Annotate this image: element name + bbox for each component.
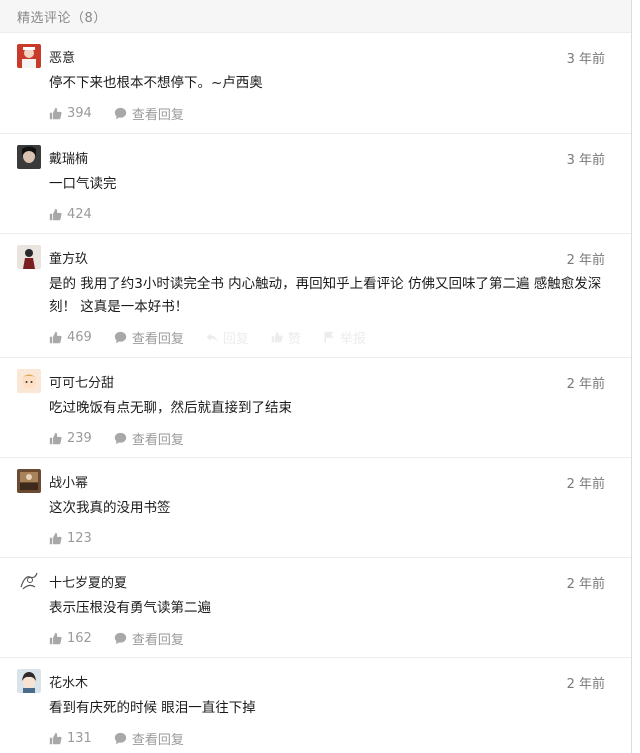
thumbs-up-icon [49, 331, 62, 343]
thumbs-up-icon [49, 632, 62, 644]
comment-author[interactable]: 战小幂 [49, 472, 88, 491]
view-replies-button[interactable]: 查看回复 [114, 629, 184, 648]
speech-bubble-icon [114, 432, 127, 444]
reply-arrow-icon [206, 333, 218, 342]
view-replies-label: 查看回复 [131, 432, 184, 448]
like-button[interactable]: 239 [49, 431, 92, 446]
reply-button[interactable]: 回复 [206, 328, 249, 347]
comment-item: 可可七分甜 2 年前 吃过晚饭有点无聊，然后就直接到了结束 239 查看回复 [0, 358, 631, 458]
featured-comments-panel: 精选评论（8） 恶意 3 年前 停不下来也根本不想停下。~卢西奥 394 查看回… [0, 0, 632, 753]
comment-text: 吃过晚饭有点无聊，然后就直接到了结束 [49, 400, 292, 416]
view-replies-label: 查看回复 [131, 331, 184, 347]
like-count: 424 [67, 206, 92, 222]
speech-bubble-icon [114, 331, 127, 343]
avatar-dark-icon[interactable] [17, 145, 41, 169]
view-replies-button[interactable]: 查看回复 [114, 729, 184, 748]
like-button[interactable]: 469 [49, 330, 92, 345]
comment-time: 2 年前 [566, 477, 605, 492]
comment-item: 恶意 3 年前 停不下来也根本不想停下。~卢西奥 394 查看回复 [0, 33, 631, 134]
like-count: 131 [67, 730, 92, 746]
view-replies-button[interactable]: 查看回复 [114, 104, 184, 123]
comment-text: 看到有庆死的时候 眼泪一直往下掉 [49, 700, 256, 716]
comment-item: 童方玖 2 年前 是的 我用了约3小时读完全书 内心触动，再回知乎上看评论 仿佛… [0, 234, 631, 358]
view-replies-label: 查看回复 [131, 107, 184, 123]
avatar-anime-icon[interactable] [17, 669, 41, 693]
comment-author[interactable]: 花水木 [49, 672, 88, 691]
avatar-red-icon[interactable] [17, 44, 41, 68]
like-button[interactable]: 162 [49, 631, 92, 646]
avatar-figure-icon[interactable] [17, 245, 41, 269]
like-count: 162 [67, 630, 92, 646]
comment-time: 2 年前 [566, 253, 605, 268]
avatar-cartoon-icon[interactable] [17, 369, 41, 393]
comment-text: 是的 我用了约3小时读完全书 内心触动，再回知乎上看评论 仿佛又回味了第二遍 感… [49, 276, 602, 315]
thumbs-up-icon [49, 107, 62, 119]
comment-text: 停不下来也根本不想停下。~卢西奥 [49, 75, 263, 91]
like-button[interactable]: 131 [49, 731, 92, 746]
like-button[interactable]: 123 [49, 531, 92, 546]
view-replies-button[interactable]: 查看回复 [114, 429, 184, 448]
like-button[interactable]: 394 [49, 106, 92, 121]
thumbs-up-icon [49, 432, 62, 444]
like-count: 469 [67, 329, 92, 345]
comment-time: 2 年前 [566, 677, 605, 692]
upvote-button[interactable]: 赞 [271, 328, 301, 347]
avatar-sketch-icon[interactable] [17, 569, 41, 593]
thumbs-up-icon [49, 532, 62, 544]
comment-time: 3 年前 [566, 52, 605, 67]
thumbs-up-icon [271, 331, 283, 343]
reply-label: 回复 [222, 331, 249, 347]
comment-text: 一口气读完 [49, 176, 117, 192]
view-replies-label: 查看回复 [131, 732, 184, 748]
speech-bubble-icon [114, 107, 127, 119]
comment-time: 3 年前 [566, 153, 605, 168]
comments-header-title: 精选评论（8） [17, 10, 107, 26]
comment-item: 花水木 2 年前 看到有庆死的时候 眼泪一直往下掉 131 查看回复 [0, 658, 631, 753]
speech-bubble-icon [114, 632, 127, 644]
comment-author[interactable]: 恶意 [49, 47, 75, 66]
comment-item: 戴瑞楠 3 年前 一口气读完 424 [0, 134, 631, 234]
thumbs-up-icon [49, 208, 62, 220]
comment-item: 战小幂 2 年前 这次我真的没用书签 123 [0, 458, 631, 558]
report-button[interactable]: 举报 [323, 328, 366, 347]
view-replies-label: 查看回复 [131, 632, 184, 648]
speech-bubble-icon [114, 732, 127, 744]
flag-icon [324, 331, 334, 343]
comment-time: 2 年前 [566, 577, 605, 592]
like-count: 123 [67, 530, 92, 546]
report-label: 举报 [339, 331, 366, 347]
like-count: 239 [67, 430, 92, 446]
comments-header: 精选评论（8） [0, 0, 631, 33]
comment-text: 这次我真的没用书签 [49, 500, 171, 516]
comment-author[interactable]: 十七岁夏的夏 [49, 572, 127, 591]
view-replies-button[interactable]: 查看回复 [114, 328, 184, 347]
comment-author[interactable]: 可可七分甜 [49, 372, 114, 391]
comment-item: 十七岁夏的夏 2 年前 表示压根没有勇气读第二遍 162 查看回复 [0, 558, 631, 658]
comment-time: 2 年前 [566, 377, 605, 392]
comment-author[interactable]: 戴瑞楠 [49, 148, 88, 167]
avatar-brown-icon[interactable] [17, 469, 41, 493]
thumbs-up-icon [49, 732, 62, 744]
like-button[interactable]: 424 [49, 207, 92, 222]
comment-author[interactable]: 童方玖 [49, 248, 88, 267]
comment-text: 表示压根没有勇气读第二遍 [49, 600, 211, 616]
upvote-label: 赞 [287, 331, 301, 347]
like-count: 394 [67, 105, 92, 121]
